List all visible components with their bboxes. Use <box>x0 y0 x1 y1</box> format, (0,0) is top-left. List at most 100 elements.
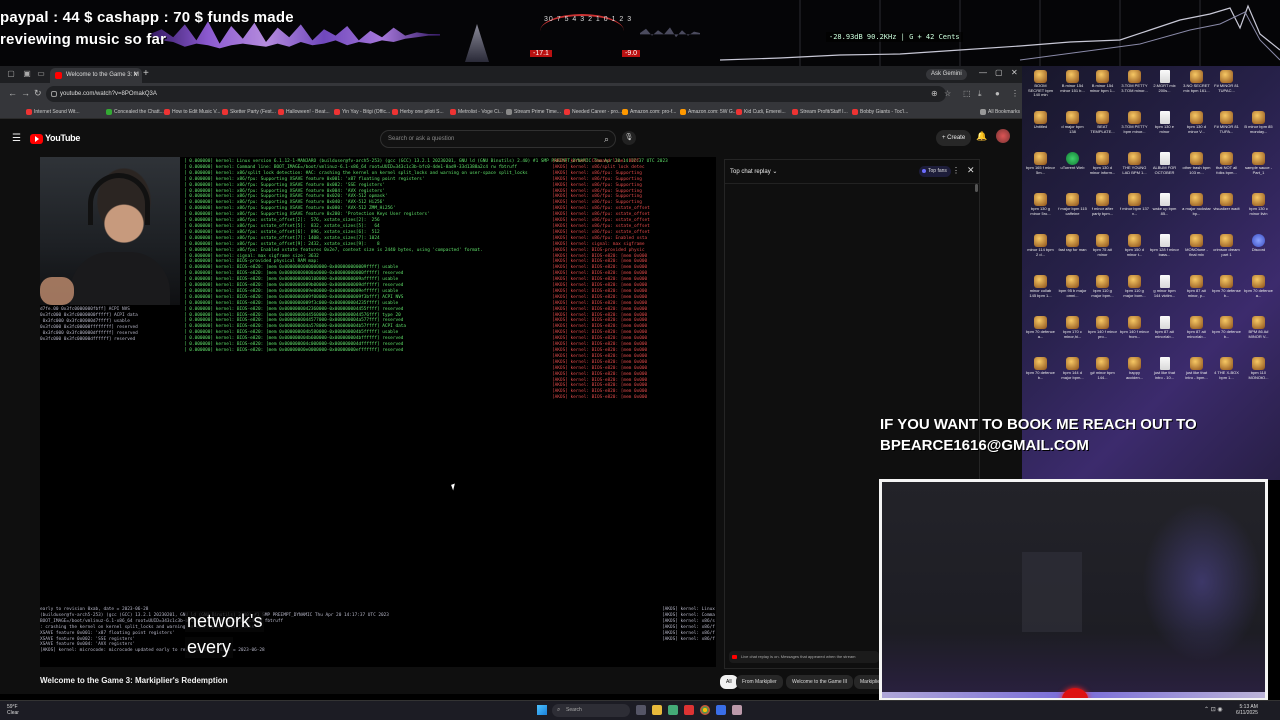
desktop-icon[interactable]: BOOM SECRET bpm 140 min <box>1026 68 1055 106</box>
desktop-icon[interactable]: bpm 130 g minor 5ro... <box>1026 191 1055 229</box>
desktop-icon[interactable]: bpm 95 b major omni... <box>1058 273 1087 311</box>
profile-icon[interactable]: ● <box>995 89 1000 98</box>
desktop-icon[interactable]: a major rockstar bp... <box>1182 191 1211 229</box>
desktop-icon[interactable]: minor 114 bpm 2 d... <box>1026 232 1055 270</box>
desktop-icon[interactable]: bpm 75 a# minor <box>1088 232 1117 270</box>
media-app-icon[interactable] <box>684 705 694 715</box>
notifications-bell-icon[interactable]: 🔔 <box>976 131 987 142</box>
desktop-icon[interactable]: MONOtone - final mix <box>1182 232 1211 270</box>
bookmark-item[interactable]: Amazon.com: pro-f... <box>622 107 676 117</box>
chip-related-video[interactable]: Welcome to the Game III <box>786 675 854 689</box>
minimize-icon[interactable]: — <box>979 68 987 77</box>
desktop-icon[interactable]: 2.MGRT mix 200s... <box>1150 68 1179 106</box>
weather-widget[interactable]: 59°F Clear <box>7 704 19 716</box>
desktop-icon[interactable]: B minor 154 minor 151 b... <box>1058 68 1087 106</box>
address-bar[interactable]: youtube.com/watch?v=8POmakQ3A <box>46 86 946 102</box>
bookmark-item[interactable]: Halloween! - Beat... <box>278 107 330 117</box>
desktop-icon[interactable]: bpm 140 f minor from... <box>1120 314 1149 352</box>
desktop-icon[interactable]: F# MINOR 81 TUPA... <box>1212 109 1241 147</box>
chrome-icon[interactable] <box>700 705 710 715</box>
bookmark-item[interactable]: Concealed the Chatt... <box>106 107 164 117</box>
desktop-icon[interactable]: uTorrent Web <box>1058 150 1087 188</box>
search-icon[interactable]: ⌕ <box>604 131 609 147</box>
desktop-icon[interactable]: bpm 165 f minor 5m... <box>1026 150 1055 188</box>
bookmark-item[interactable]: Kid Cudi, Emerei... <box>736 107 786 117</box>
maximize-icon[interactable]: ▢ <box>995 68 1003 77</box>
desktop-icon[interactable]: B minor 154 minor bpm 1... <box>1088 68 1117 106</box>
desktop-icon[interactable]: bpm 140 f minor pro... <box>1088 314 1117 352</box>
desktop-icon[interactable]: ALBUM FOR OCTOBER <box>1150 150 1179 188</box>
desktop-icon[interactable]: Discord <box>1244 232 1273 270</box>
system-tray-icons[interactable]: ⌃ ⊡ ◉ <box>1204 706 1223 713</box>
chat-more-icon[interactable]: ⋮ <box>952 166 960 175</box>
desktop-icon[interactable]: bpm 130 d minor inform... <box>1088 150 1117 188</box>
extensions-icon[interactable]: ⬚ <box>963 89 971 98</box>
desktop-icon[interactable]: F# MINOR 81 TUPAC... <box>1212 68 1241 106</box>
chat-mode-dropdown[interactable]: Top chat replay ⌄ <box>730 168 777 175</box>
desktop-icon[interactable]: bpm 70 defence b... <box>1212 314 1241 352</box>
reload-icon[interactable]: ↻ <box>34 88 42 99</box>
desktop-icon[interactable]: bpm 70 defense b... <box>1212 273 1241 311</box>
file-explorer-icon[interactable] <box>652 705 662 715</box>
bookmark-item[interactable]: Yin Yay - Bitgi (Offic... <box>334 107 390 117</box>
desktop-icon[interactable]: g minor bpm 144 victim... <box>1150 273 1179 311</box>
new-tab-icon[interactable]: + <box>143 68 149 79</box>
desktop-icon[interactable]: Untitled <box>1026 109 1055 147</box>
desktop-icon[interactable]: bpm 170 c minor,hi... <box>1058 314 1087 352</box>
desktop-icon[interactable]: BPM 86 A# MINOR V... <box>1244 314 1273 352</box>
desktop-icon[interactable]: 3.TOM PETTY bpm minor... <box>1120 109 1149 147</box>
obs-icon[interactable] <box>668 705 678 715</box>
desktop-icon[interactable]: crimson dream part 1 <box>1212 232 1241 270</box>
desktop-icon[interactable]: 4 THE X-BOX bpm 1... <box>1212 355 1241 393</box>
youtube-search-input[interactable]: Search or ask a question ⌕ <box>380 130 616 148</box>
all-bookmarks-button[interactable]: All Bookmarks <box>980 107 1020 117</box>
microphone-icon[interactable]: 🎙 <box>622 131 636 145</box>
bookmark-star-icon[interactable]: ☆ <box>944 89 951 98</box>
taskbar-clock[interactable]: 5:13 AM 6/11/2025 <box>1236 704 1258 716</box>
desktop-icon[interactable]: bpm 87 a# minor/ab... <box>1182 314 1211 352</box>
task-view-icon[interactable] <box>636 705 646 715</box>
desktop-icon[interactable]: bpm 110 MONOtO... <box>1244 355 1273 393</box>
account-avatar[interactable] <box>996 129 1010 143</box>
desktop-icon[interactable]: minor collab 145 bpm 1... <box>1026 273 1055 311</box>
desktop-icon[interactable]: other trash bpm 103 m... <box>1182 150 1211 188</box>
site-info-icon[interactable] <box>51 91 57 97</box>
desktop-icon[interactable]: fast rap for man <box>1058 232 1087 270</box>
tab-group-icon[interactable]: ▭ <box>36 69 46 79</box>
desktop-icon[interactable]: bpm 110 g major bom... <box>1120 273 1149 311</box>
desktop-icon[interactable]: 3.TOM PETTY 3.TOM minor... <box>1120 68 1149 106</box>
desktop-icon[interactable]: f minor after party bpm... <box>1088 191 1117 229</box>
app-icon[interactable] <box>716 705 726 715</box>
desktop-icon[interactable]: bpm 70 defence b... <box>1026 355 1055 393</box>
desktop-icon[interactable]: bpm 87 a# minor, p... <box>1182 273 1211 311</box>
desktop-icon[interactable]: THE YOUNG LAD BPM 1... <box>1120 150 1149 188</box>
desktop-icon[interactable]: visualizer wadt <box>1212 191 1241 229</box>
desktop-icon[interactable]: bpm 130 e minor <box>1150 109 1179 147</box>
desktop-icon[interactable]: bpm 130 c minor livin <box>1244 191 1273 229</box>
bookmark-item[interactable]: Internet Sound Wit... <box>26 107 80 117</box>
bookmark-item[interactable]: Metrolist - Voge Ci... <box>450 107 503 117</box>
desktop-icon[interactable]: bpm 70 defence a... <box>1026 314 1055 352</box>
video-player[interactable]: [ 0.000000] kernel: Linux version 6.1.12… <box>40 157 716 667</box>
desktop-icon[interactable]: just like that intro - bpm... <box>1182 355 1211 393</box>
desktop-icon[interactable]: that NOT all folks bpm... <box>1212 150 1241 188</box>
desktop-icon[interactable]: bpm 144 d major bpm... <box>1058 355 1087 393</box>
chat-scrollbar[interactable] <box>975 184 978 192</box>
bookmark-item[interactable]: Sketter Party (Fest... <box>222 107 276 117</box>
desktop-icon[interactable]: wake up bpm 85... <box>1150 191 1179 229</box>
hamburger-menu-icon[interactable]: ☰ <box>12 133 21 144</box>
desktop-icon[interactable]: bpm 128 f minor bass... <box>1150 232 1179 270</box>
forward-icon[interactable]: → <box>21 88 30 98</box>
bookmark-item[interactable]: Amazon.com: 5W G... <box>680 107 737 117</box>
bookmark-item[interactable]: Herby one piloti S... <box>392 107 444 117</box>
chat-close-icon[interactable]: ✕ <box>967 165 975 176</box>
back-icon[interactable]: ← <box>8 88 17 98</box>
close-window-icon[interactable]: ✕ <box>1011 68 1018 77</box>
app-icon[interactable] <box>732 705 742 715</box>
desktop-icon[interactable]: bpm 150 d minor t... <box>1120 232 1149 270</box>
bookmark-item[interactable]: Stream Prime Time... <box>506 107 561 117</box>
browser-menu-icon[interactable]: ▢ <box>6 69 16 79</box>
taskbar-search[interactable]: ⌕ Search <box>552 704 630 717</box>
bookmark-item[interactable]: Bobby Giants - Toc'l... <box>852 107 908 117</box>
desktop-icon[interactable]: bpm 70 defence a... <box>1244 273 1273 311</box>
